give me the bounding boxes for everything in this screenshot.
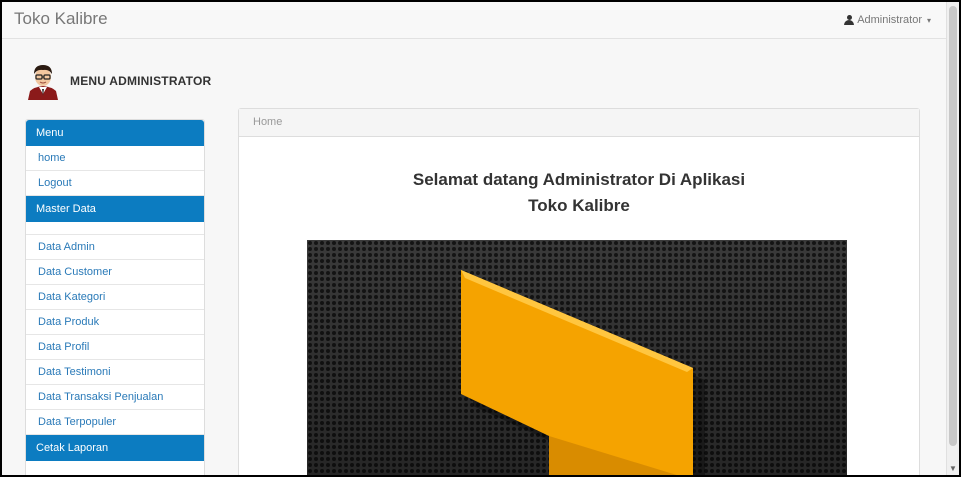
sidebar-item-data-produk[interactable]: Data Produk	[26, 310, 204, 335]
welcome-line-1: Selamat datang Administrator Di Aplikasi	[412, 170, 746, 189]
kalibre-logo-banner	[307, 240, 847, 475]
breadcrumb-home[interactable]: Home	[253, 116, 282, 128]
sidebar-item-data-transaksi[interactable]: Data Transaksi Penjualan	[26, 385, 204, 410]
sidebar-item-data-testimoni[interactable]: Data Testimoni	[26, 360, 204, 385]
welcome-heading: Selamat datang Administrator Di Aplikasi…	[239, 167, 919, 219]
scroll-down-arrow-icon[interactable]: ▼	[949, 464, 957, 473]
sidebar-item-data-kategori[interactable]: Data Kategori	[26, 285, 204, 310]
sidebar-item-logout[interactable]: Logout	[26, 171, 204, 196]
sidebar-heading-cetak-laporan[interactable]: Cetak Laporan	[26, 435, 204, 461]
sidebar-item-data-customer[interactable]: Data Customer	[26, 260, 204, 285]
browser-viewport: Toko Kalibre Administrator ▾ ▼ MENU ADMI…	[0, 0, 961, 477]
sidebar-item-home[interactable]: home	[26, 146, 204, 171]
scrollbar-thumb[interactable]	[949, 6, 957, 446]
user-dropdown-label: Administrator	[857, 14, 922, 26]
sidebar-footer	[26, 461, 204, 475]
content-panel: Home Selamat datang Administrator Di Apl…	[238, 108, 920, 475]
navbar-brand[interactable]: Toko Kalibre	[14, 9, 108, 29]
admin-menu-title: MENU ADMINISTRATOR	[70, 74, 212, 88]
page-scrollbar[interactable]: ▼	[946, 2, 959, 475]
caret-down-icon: ▾	[926, 15, 931, 25]
breadcrumb: Home	[239, 109, 919, 137]
user-dropdown[interactable]: Administrator ▾	[844, 14, 931, 26]
sidebar-heading-menu: Menu	[26, 120, 204, 146]
admin-avatar	[24, 62, 62, 100]
sidebar-divider	[26, 222, 204, 235]
welcome-line-2: Toko Kalibre	[528, 196, 630, 215]
sidebar-heading-master-data: Master Data	[26, 196, 204, 222]
top-navbar: Toko Kalibre Administrator ▾	[2, 2, 947, 39]
sidebar-item-data-admin[interactable]: Data Admin	[26, 235, 204, 260]
sidebar-item-data-terpopuler[interactable]: Data Terpopuler	[26, 410, 204, 435]
user-icon	[844, 15, 855, 25]
admin-header: MENU ADMINISTRATOR	[24, 62, 211, 100]
sidebar-item-data-profil[interactable]: Data Profil	[26, 335, 204, 360]
sidebar: Menu home Logout Master Data Data Admin …	[25, 119, 205, 475]
